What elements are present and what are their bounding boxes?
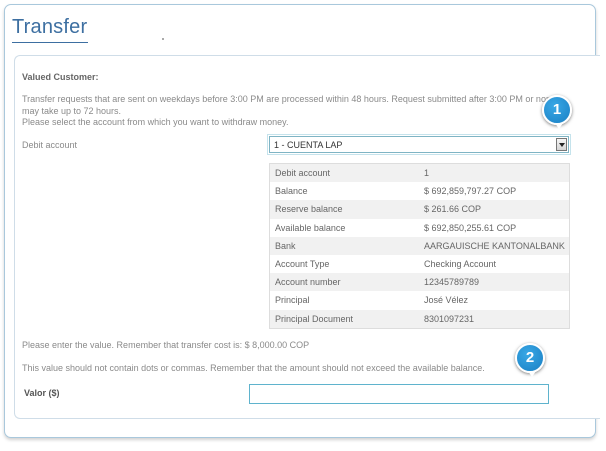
decorative-dot: [162, 38, 164, 40]
detail-value: $ 261.66 COP: [424, 204, 482, 215]
debit-account-select[interactable]: 1 - CUENTA LAP: [267, 134, 571, 155]
intro-line: Transfer requests that are sent on weekd…: [22, 94, 561, 104]
detail-value: 8301097231: [424, 313, 475, 324]
detail-label: Bank: [275, 240, 296, 251]
table-row: Account number 12345789789: [270, 273, 569, 292]
table-row: Balance $ 692,859,797.27 COP: [270, 182, 569, 200]
title-underline: [12, 42, 88, 43]
page-title: Transfer: [12, 16, 88, 38]
intro-text: Transfer requests that are sent on weekd…: [22, 94, 600, 129]
detail-label: Principal Document: [275, 313, 354, 324]
detail-value: 1: [424, 168, 430, 178]
detail-value: AARGAUISCHE KANTONALBANK: [424, 240, 565, 251]
intro-line: Please select the account from which you…: [22, 117, 289, 127]
debit-account-label: Debit account: [22, 140, 78, 150]
detail-label: Reserve balance: [275, 204, 343, 215]
detail-value: Checking Account: [424, 258, 497, 269]
detail-value: 12345789789: [424, 277, 480, 288]
greeting: Valued Customer:: [22, 72, 99, 82]
transfer-form: Valued Customer: Transfer requests that …: [14, 55, 600, 419]
detail-value: $ 692,850,255.61 COP: [424, 222, 517, 233]
table-row: Debit account 1: [270, 164, 569, 183]
detail-label: Account number: [275, 277, 341, 288]
detail-label: Balance: [275, 186, 308, 197]
table-row: Principal José Vélez: [270, 291, 569, 309]
detail-label: Available balance: [275, 222, 346, 233]
table-row: Available balance $ 692,850,255.61 COP: [270, 219, 569, 237]
table-row: Principal Document 8301097231: [270, 309, 569, 328]
amount-format-note: This value should not contain dots or co…: [22, 363, 485, 373]
detail-label: Debit account: [275, 168, 331, 178]
detail-label: Principal: [275, 295, 310, 306]
detail-label: Account Type: [275, 258, 330, 269]
transfer-panel: Transfer Valued Customer: Transfer reque…: [4, 4, 600, 438]
valor-input[interactable]: [249, 384, 549, 404]
chevron-down-icon[interactable]: [556, 138, 567, 151]
intro-line: may take up to 72 hours.: [22, 105, 122, 116]
debit-account-select-value: 1 - CUENTA LAP: [274, 140, 343, 150]
table-row: Reserve balance $ 261.66 COP: [270, 200, 569, 219]
step-badge-2: 2: [515, 343, 545, 377]
transfer-cost-note: Please enter the value. Remember that tr…: [22, 340, 310, 350]
account-details-table: Debit account 1 Balance $ 692,859,797.27 C…: [269, 163, 570, 329]
valor-label: Valor ($): [24, 388, 60, 398]
table-row: Bank AARGAUISCHE KANTONALBANK: [270, 236, 569, 255]
detail-value: José Vélez: [424, 295, 469, 306]
step-badge-1: 1: [542, 95, 572, 129]
table-row: Account Type Checking Account: [270, 255, 569, 273]
detail-value: $ 692,859,797.27 COP: [424, 186, 517, 197]
